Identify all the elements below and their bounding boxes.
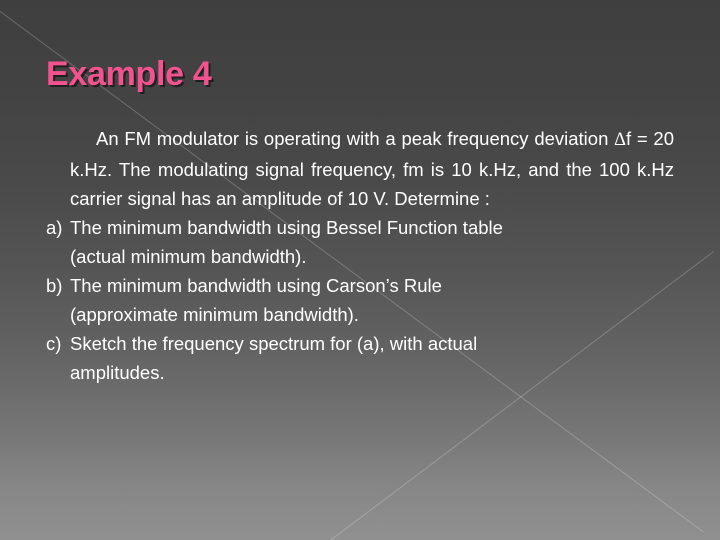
list-item-a-line-1: The minimum bandwidth using Bessel Funct… <box>70 217 503 238</box>
list-item-c-line-1: Sketch the frequency spectrum for (a), w… <box>70 333 478 354</box>
list-item-b-line-1: The minimum bandwidth using Carson’s Rul… <box>70 275 442 296</box>
slide-body: An FM modulator is operating with a peak… <box>46 124 674 387</box>
list-item-marker-b: b) <box>46 275 63 296</box>
slide-canvas: Example 4 An FM modulator is operating w… <box>0 0 720 540</box>
list-item: b) The minimum bandwidth using Carson’s … <box>46 271 674 300</box>
list-item: c) Sketch the frequency spectrum for (a)… <box>46 329 674 358</box>
problem-line-4: amplitude of 10 V. Determine : <box>241 188 490 209</box>
list-item-c-line-2: amplitudes. <box>70 362 165 383</box>
list-item-a-line-2: (actual minimum bandwidth). <box>70 246 307 267</box>
list-item: a) The minimum bandwidth using Bessel Fu… <box>46 213 674 242</box>
list-item-marker-a: a) <box>46 217 63 238</box>
slide-title: Example 4 <box>46 55 212 93</box>
problem-line-2-prefix: deviation <box>534 128 615 149</box>
list-item-marker-c: c) <box>46 333 62 354</box>
delta-symbol: Δ <box>614 130 627 150</box>
list-item-b-line-2: (approximate minimum bandwidth). <box>70 304 359 325</box>
problem-line-1: An FM modulator is operating with a peak… <box>96 128 529 149</box>
problem-statement-paragraph: An FM modulator is operating with a peak… <box>70 124 674 213</box>
